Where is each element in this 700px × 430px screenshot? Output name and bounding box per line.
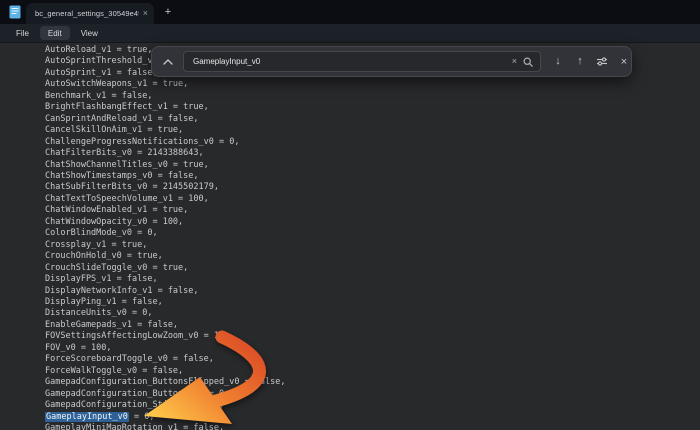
code-line: ChallengeProgressNotifications_v0 = 0, (45, 137, 700, 148)
menu-file[interactable]: File (8, 26, 37, 40)
code-line: ChatTextToSpeechVolume_v1 = 100, (45, 194, 700, 205)
code-line: AutoSwitchWeapons_v1 = true, (45, 79, 700, 90)
search-input-wrap: × (183, 51, 541, 72)
expand-replace-button[interactable] (159, 53, 177, 71)
code-line: Benchmark_v1 = false, (45, 91, 700, 102)
code-line: GameplayInput_v0 = 0, (45, 412, 700, 423)
code-line: BrightFlashbangEffect_v1 = true, (45, 102, 700, 113)
code-line: ChatFilterBits_v0 = 2143388643, (45, 148, 700, 159)
clear-search-icon[interactable]: × (512, 57, 517, 66)
code-line: ColorBlindMode_v0 = 0, (45, 228, 700, 239)
code-line: EnableGamepads_v1 = false, (45, 320, 700, 331)
code-line: CrouchOnHold_v0 = true, (45, 251, 700, 262)
find-previous-button[interactable]: ↑ (571, 53, 589, 71)
close-icon: × (621, 56, 627, 68)
search-icon[interactable] (523, 57, 533, 67)
code-line: DisplayFPS_v1 = false, (45, 274, 700, 285)
code-line: ChatShowTimestamps_v0 = false, (45, 171, 700, 182)
code-line: GamepadConfiguration_Buttons_v0 = 0, (45, 389, 700, 400)
code-line: ForceScoreboardToggle_v0 = false, (45, 354, 700, 365)
code-line: FOVSettingsAffectingLowZoom_v0 = 1, (45, 331, 700, 342)
text-editor-area[interactable]: AutoReload_v1 = true,AutoSprintThreshold… (0, 43, 700, 430)
code-line: ChatShowChannelTitles_v0 = true, (45, 160, 700, 171)
code-line: GamepadConfiguration_Sticks_v0 = 0, (45, 400, 700, 411)
code-line: FOV_v0 = 100, (45, 343, 700, 354)
menu-edit[interactable]: Edit (40, 26, 70, 40)
code-line: ChatWindowOpacity_v0 = 100, (45, 217, 700, 228)
find-next-button[interactable]: ↓ (549, 53, 567, 71)
notepad-window: bc_general_settings_30549e4f-e3b × + Fil… (0, 0, 700, 430)
code-line: DistanceUnits_v0 = 0, (45, 308, 700, 319)
document-tab[interactable]: bc_general_settings_30549e4f-e3b × (26, 3, 154, 24)
tab-title: bc_general_settings_30549e4f-e3b (35, 9, 139, 18)
arrow-up-icon: ↑ (577, 56, 583, 67)
notepad-app-icon (9, 5, 21, 19)
code-line: CrouchSlideToggle_v0 = true, (45, 263, 700, 274)
code-line: DisplayNetworkInfo_v1 = false, (45, 286, 700, 297)
sliders-icon (596, 56, 608, 67)
code-line: CancelSkillOnAim_v1 = true, (45, 125, 700, 136)
new-tab-button[interactable]: + (160, 4, 176, 20)
find-bar-actions: ↓ ↑ × (549, 53, 633, 71)
close-find-bar-button[interactable]: × (615, 53, 633, 71)
menu-bar: File Edit View (0, 24, 700, 43)
tab-close-icon[interactable]: × (143, 9, 148, 18)
chevron-up-icon (163, 59, 173, 65)
find-match-highlight: GameplayInput_v0 (45, 412, 129, 422)
search-input[interactable] (184, 52, 512, 71)
code-line: GamepadConfiguration_ButtonsFlipped_v0 =… (45, 377, 700, 388)
find-bar: × ↓ ↑ × (151, 46, 632, 77)
code-line: ChatWindowEnabled_v1 = true, (45, 205, 700, 216)
menu-view[interactable]: View (73, 26, 106, 40)
code-line: CanSprintAndReload_v1 = false, (45, 114, 700, 125)
code-line: GameplayMiniMapRotation_v1 = false, (45, 423, 700, 430)
code-line: DisplayPing_v1 = false, (45, 297, 700, 308)
arrow-down-icon: ↓ (555, 56, 561, 67)
code-lines: AutoReload_v1 = true,AutoSprintThreshold… (45, 45, 700, 430)
code-line: Crossplay_v1 = true, (45, 240, 700, 251)
title-bar: bc_general_settings_30549e4f-e3b × + (0, 0, 700, 24)
code-line: ForceWalkToggle_v0 = false, (45, 366, 700, 377)
find-options-button[interactable] (593, 53, 611, 71)
code-line: ChatSubFilterBits_v0 = 2145502179, (45, 182, 700, 193)
